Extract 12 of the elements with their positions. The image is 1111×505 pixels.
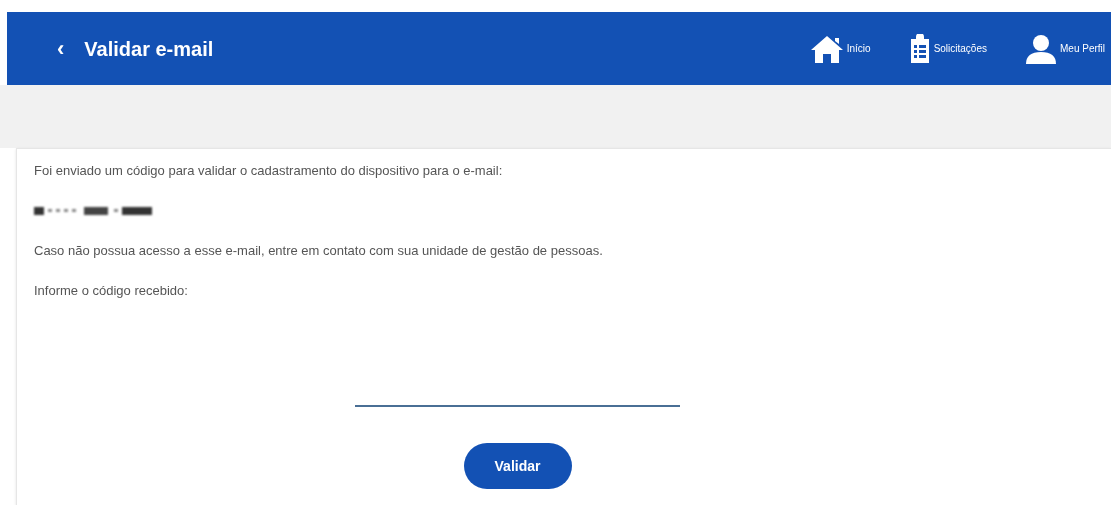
clipboard-icon (908, 33, 931, 64)
info-text: Caso não possua acesso a esse e-mail, entre em contato com sua unidade de gestão de pessoas. (34, 243, 604, 259)
nav-link[interactable]: Meu Perfil (1025, 33, 1105, 64)
page-title: Validar e-mail (84, 36, 214, 62)
user-icon (1025, 33, 1057, 64)
code-label: Informe o código recebido: (34, 283, 189, 299)
validar-button[interactable]: Validar (463, 443, 572, 489)
back-button[interactable]: ‹ (57, 37, 65, 60)
message-text: Foi enviado um código para validar o cadastramento do dispositivo para o e-mail: (34, 163, 504, 179)
nav-link[interactable]: Início (809, 33, 871, 64)
home-icon (809, 33, 844, 64)
nav-link[interactable]: Solicitações (908, 33, 987, 64)
